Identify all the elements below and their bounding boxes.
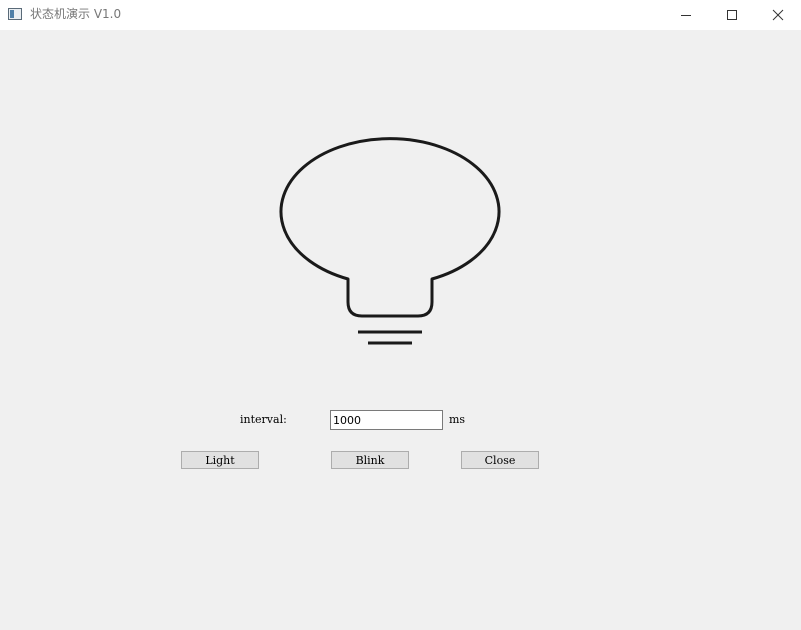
window-title: 状态机演示 V1.0 <box>30 7 122 21</box>
light-button[interactable]: Light <box>181 451 259 469</box>
app-window-icon <box>8 8 22 20</box>
interval-label: interval: <box>240 413 287 426</box>
close-icon <box>772 9 784 21</box>
minimize-button[interactable] <box>663 0 709 30</box>
maximize-button[interactable] <box>709 0 755 30</box>
close-window-button[interactable] <box>755 0 801 30</box>
minimize-icon <box>681 15 691 16</box>
interval-unit-label: ms <box>449 413 466 426</box>
blink-button[interactable]: Blink <box>331 451 409 469</box>
maximize-icon <box>727 10 737 20</box>
title-bar[interactable]: 状态机演示 V1.0 <box>0 0 801 30</box>
close-button[interactable]: Close <box>461 451 539 469</box>
lightbulb-off-icon <box>279 137 501 345</box>
interval-input[interactable] <box>330 410 443 430</box>
main-panel <box>0 30 801 630</box>
